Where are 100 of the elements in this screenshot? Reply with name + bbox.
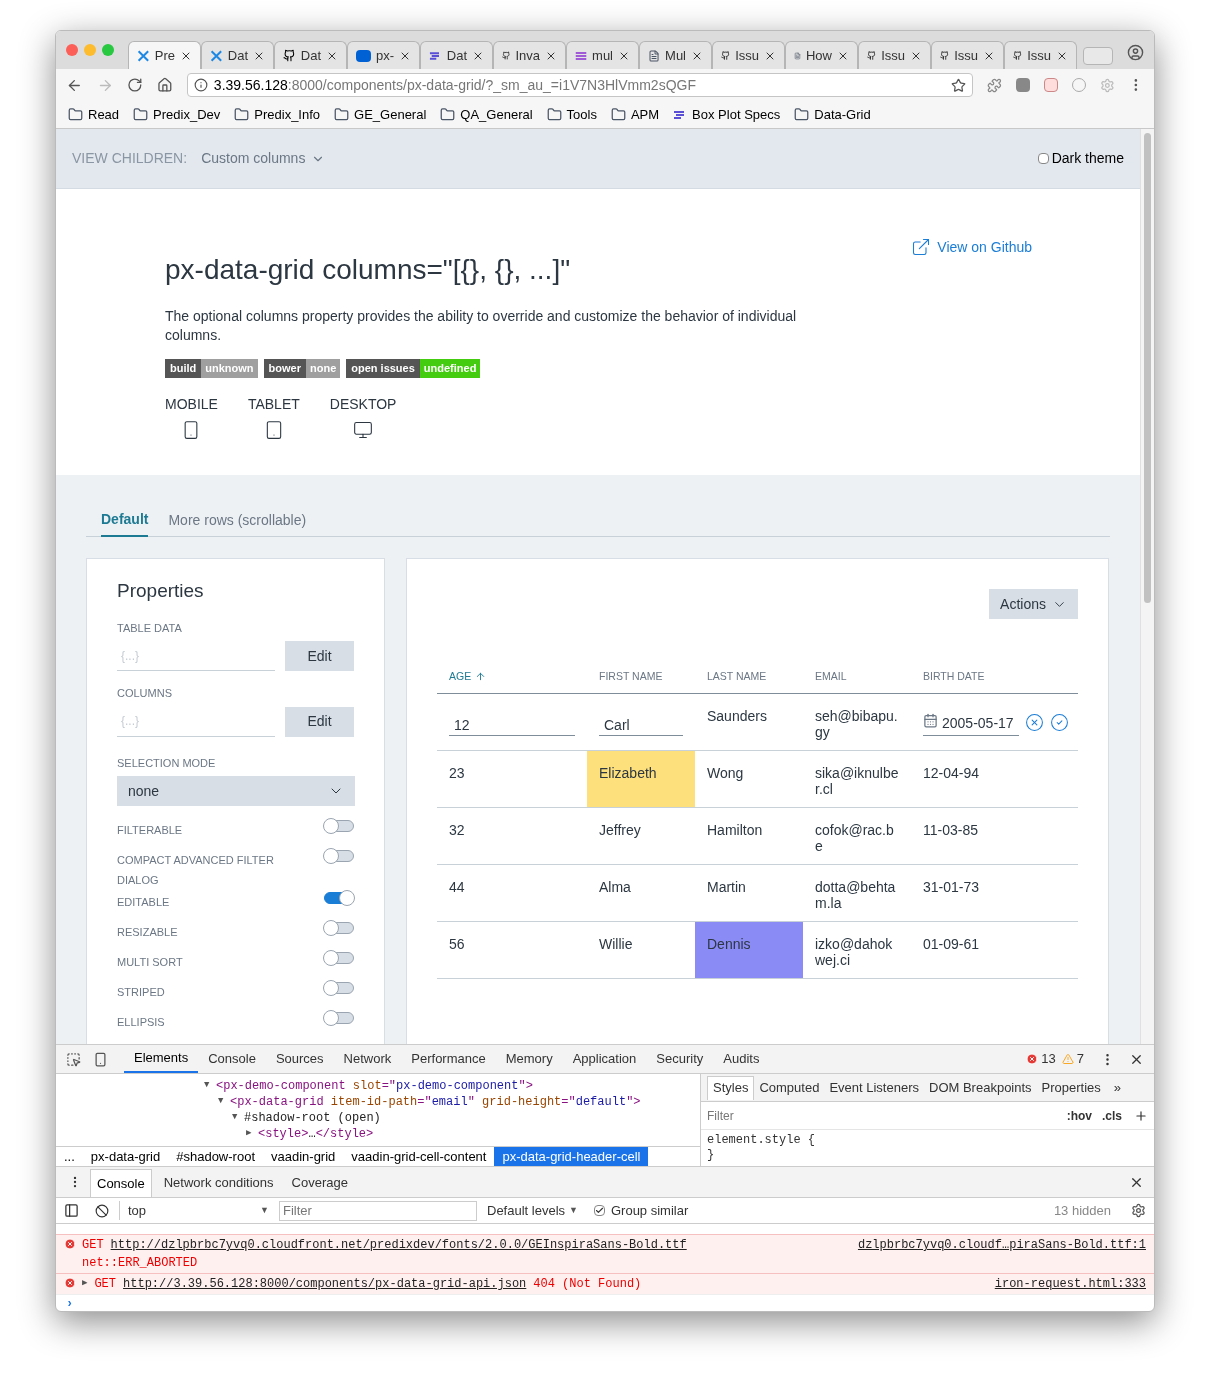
dark-theme-checkbox[interactable]: Dark theme <box>1037 148 1124 169</box>
device-option[interactable]: TABLET <box>247 394 300 440</box>
styles-tab[interactable]: Computed <box>754 1075 825 1100</box>
console-prompt[interactable]: › <box>56 1294 1154 1311</box>
bookmark[interactable]: Tools <box>546 104 597 125</box>
dom-node[interactable]: <px-demo-component slot="px-demo-component"> <box>216 1077 533 1095</box>
more-tabs-button[interactable]: » <box>1113 1077 1122 1098</box>
custom-columns-dropdown[interactable]: Custom columns <box>201 148 326 169</box>
source-link[interactable]: iron-request.html:333 <box>994 1275 1146 1293</box>
devtools-tab[interactable]: Elements <box>124 1045 199 1073</box>
devtools-tab[interactable]: Console <box>198 1045 266 1073</box>
breadcrumb[interactable]: px-data-grid <box>82 1147 169 1166</box>
disclosure-triangle[interactable]: ▼ <box>218 1095 230 1109</box>
browser-tab[interactable]: Issu <box>712 41 785 69</box>
styles-tab[interactable]: Styles <box>707 1075 755 1100</box>
browser-tab[interactable]: Dat <box>274 41 347 69</box>
toggle-switch[interactable] <box>324 952 354 964</box>
devtools-tab[interactable]: Network <box>333 1045 402 1073</box>
styles-filter-field[interactable]: Filter <box>707 1106 1067 1125</box>
column-header[interactable]: LAST NAME <box>695 669 803 685</box>
clear-console-icon[interactable] <box>95 1203 109 1218</box>
devtools-tab[interactable]: Audits <box>713 1045 770 1073</box>
log-levels-dropdown[interactable]: Default levels ▼ <box>487 1200 578 1221</box>
home-icon[interactable] <box>157 77 173 93</box>
context-select[interactable]: top ▼ <box>119 1200 269 1221</box>
toggle-switch[interactable] <box>324 922 354 934</box>
browser-tab[interactable]: Pre <box>128 41 201 69</box>
breadcrumb[interactable]: ... <box>56 1147 83 1166</box>
browser-tab[interactable]: Dat <box>201 41 274 69</box>
profile-icon[interactable] <box>1127 44 1144 61</box>
column-header[interactable]: AGE <box>437 669 587 685</box>
toggle-switch[interactable] <box>324 982 354 994</box>
browser-tab[interactable]: px- <box>347 41 420 69</box>
address-bar[interactable]: 3.39.56.128:8000/components/px-data-grid/?_sm_au_=i1V7N3HlVmm2sQGF <box>186 73 974 97</box>
breadcrumb[interactable]: vaadin-grid <box>263 1147 344 1166</box>
toggle-switch[interactable] <box>324 820 354 832</box>
sidebar-toggle-icon[interactable] <box>64 1203 79 1218</box>
browser-tab[interactable]: Inva <box>493 41 566 69</box>
devtools-tab[interactable]: Security <box>646 1045 714 1073</box>
toggle-switch[interactable] <box>324 892 354 904</box>
dom-node[interactable]: #shadow-root (open) <box>244 1109 381 1127</box>
bookmark[interactable]: Box Plot Specs <box>673 104 781 125</box>
browser-tab[interactable]: Dat <box>420 41 493 69</box>
url-link[interactable]: http://3.39.56.128:8000/components/px-data-grid-api.json <box>123 1275 527 1293</box>
info-icon[interactable] <box>193 78 208 92</box>
devtools-tab[interactable]: Performance <box>401 1045 496 1073</box>
devtools-tab[interactable]: Sources <box>265 1045 334 1073</box>
content-tab[interactable]: Default <box>101 503 149 537</box>
device-option[interactable]: MOBILE <box>165 394 218 440</box>
inspect-icon[interactable] <box>66 1051 81 1067</box>
devtools-tab[interactable]: Memory <box>495 1045 563 1073</box>
content-tab[interactable]: More rows (scrollable) <box>168 503 307 537</box>
hover-toggle-button[interactable]: :hov <box>1066 1106 1092 1125</box>
disclosure-triangle[interactable]: ▼ <box>232 1111 244 1125</box>
column-header[interactable]: FIRST NAME <box>587 669 695 685</box>
toggle-switch[interactable] <box>324 850 354 862</box>
url-link[interactable]: http://dzlpbrbc7yvq0.cloudfront.net/predixdev/fonts/2.0.0/GEInspiraSans-Bold.ttf <box>110 1236 687 1254</box>
view-on-github-link[interactable]: View on Github <box>911 237 1032 259</box>
browser-tab[interactable]: Issu <box>858 41 931 69</box>
device-option[interactable]: DESKTOP <box>329 394 397 440</box>
json-field[interactable]: {...} <box>117 706 275 737</box>
breadcrumb[interactable]: #shadow-root <box>168 1147 263 1166</box>
cell-input[interactable]: Carl <box>599 706 683 736</box>
disclosure-triangle[interactable]: ▶ <box>246 1127 258 1141</box>
json-field[interactable]: {...} <box>117 641 275 671</box>
device-toolbar-icon[interactable] <box>93 1051 108 1067</box>
styles-tab[interactable]: Event Listeners <box>824 1075 924 1100</box>
styles-tab[interactable]: Properties <box>1036 1075 1106 1100</box>
bookmark[interactable]: Data-Grid <box>794 104 871 125</box>
disclosure-triangle[interactable]: ▼ <box>204 1079 216 1093</box>
breadcrumb[interactable]: px-data-grid-header-cell <box>494 1147 649 1166</box>
reload-icon[interactable] <box>127 77 144 93</box>
breadcrumb[interactable]: vaadin-grid-cell-content <box>343 1147 495 1166</box>
bookmark[interactable]: QA_General <box>440 104 533 125</box>
settings-icon[interactable] <box>1131 1203 1146 1218</box>
source-link[interactable]: dzlpbrbc7yvq0.cloudf…piraSans-Bold.ttf:1 <box>857 1236 1146 1254</box>
date-input[interactable]: 2005-05-17 <box>923 706 1019 736</box>
bookmark[interactable]: Read <box>68 104 120 125</box>
extension-icon[interactable] <box>1016 78 1030 92</box>
drawer-tab[interactable]: Console <box>90 1169 152 1197</box>
toggle-switch[interactable] <box>324 1012 354 1024</box>
bookmark[interactable]: APM <box>610 104 660 125</box>
column-header[interactable]: BIRTH DATE <box>911 669 1078 685</box>
browser-tab[interactable]: Issu <box>931 41 1004 69</box>
group-similar-checkbox[interactable] <box>593 1205 605 1216</box>
selection-mode-dropdown[interactable]: none <box>117 776 355 806</box>
cancel-icon[interactable] <box>1025 713 1044 732</box>
browser-tab[interactable]: Mul <box>639 41 712 69</box>
scrollbar-thumb[interactable] <box>1144 133 1151 603</box>
extension-icon[interactable] <box>987 77 1003 93</box>
confirm-icon[interactable] <box>1050 713 1069 732</box>
drawer-tab[interactable]: Coverage <box>285 1169 354 1197</box>
browser-tab[interactable]: How <box>785 41 858 69</box>
class-toggle-button[interactable]: .cls <box>1102 1106 1122 1125</box>
edit-button[interactable]: Edit <box>285 641 354 671</box>
bookmark[interactable]: GE_General <box>334 104 427 125</box>
edit-button[interactable]: Edit <box>285 706 354 737</box>
bookmark[interactable]: Predix_Dev <box>133 104 221 125</box>
extension-icon[interactable] <box>1043 78 1058 92</box>
devtools-tab[interactable]: Application <box>562 1045 647 1073</box>
